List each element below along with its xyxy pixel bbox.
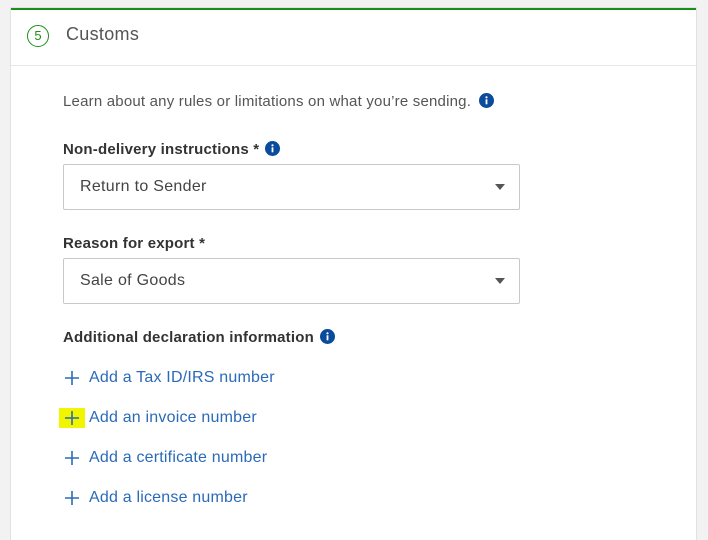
step-number-badge: 5 [27, 25, 49, 47]
non-delivery-label: Non-delivery instructions * [63, 141, 281, 158]
plus-icon [59, 408, 85, 428]
additional-declaration-label-text: Additional declaration information [63, 329, 314, 346]
add-invoice-number-label: Add an invoice number [89, 409, 257, 426]
non-delivery-selected-value: Return to Sender [80, 178, 207, 195]
chevron-down-icon [495, 278, 505, 284]
info-icon[interactable] [265, 141, 281, 157]
reason-export-select[interactable]: Sale of Goods [63, 258, 520, 304]
section-header[interactable]: 5 Customs [11, 10, 696, 66]
add-tax-id-label: Add a Tax ID/IRS number [89, 369, 275, 386]
customs-info-text: Learn about any rules or limitations on … [63, 93, 495, 110]
chevron-down-icon [495, 184, 505, 190]
additional-declaration-label: Additional declaration information [63, 329, 335, 346]
add-certificate-number-label: Add a certificate number [89, 449, 268, 466]
non-delivery-label-text: Non-delivery instructions * [63, 141, 260, 158]
reason-export-label: Reason for export * [63, 235, 206, 252]
customs-section-card: 5 Customs Learn about any rules or limit… [11, 8, 696, 540]
learn-text: Learn about any rules or limitations on … [63, 93, 472, 110]
info-icon[interactable] [319, 329, 335, 345]
plus-icon [63, 489, 81, 507]
info-icon[interactable] [479, 93, 495, 109]
section-title: Customs [66, 24, 140, 44]
plus-icon [63, 449, 81, 467]
reason-export-selected-value: Sale of Goods [80, 272, 186, 289]
add-license-number-label: Add a license number [89, 489, 248, 506]
plus-icon [63, 369, 81, 387]
non-delivery-select[interactable]: Return to Sender [63, 164, 520, 210]
